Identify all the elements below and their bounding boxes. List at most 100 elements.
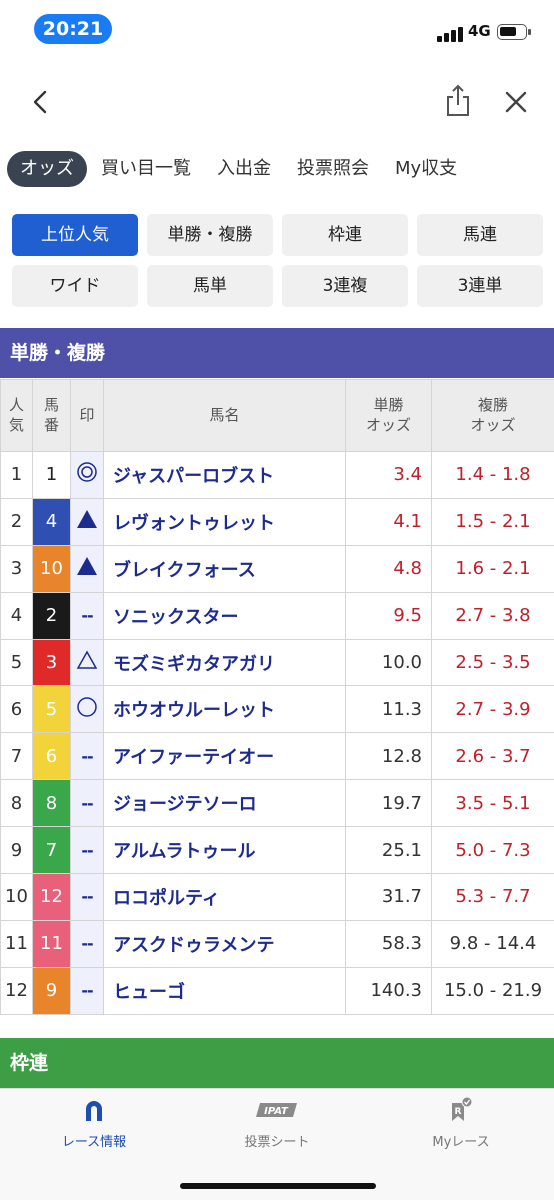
horse-name[interactable]: ジャスパーロブスト (103, 451, 346, 499)
prediction-mark (70, 544, 104, 593)
horse-number: 6 (32, 732, 71, 781)
horse-number: 8 (32, 779, 71, 828)
bet-type-trio-button[interactable]: 3連複 (282, 265, 408, 307)
status-time: 20:21 (34, 14, 112, 44)
table-row[interactable]: 4 2 -- ソニックスター 9.5 2.7 - 3.8 (0, 591, 554, 640)
table-row[interactable]: 5 3 モズミギカタアガリ 10.0 2.5 - 3.5 (0, 638, 554, 687)
odds-table: 人気 馬番 印 馬名 単勝 オッズ 複勝 オッズ 1 1 ジャスパーロブスト 3.4 1.4… (0, 379, 554, 1015)
win-odds: 11.3 (345, 685, 432, 734)
horse-name[interactable]: ブレイクフォース (103, 544, 346, 593)
win-odds: 58.3 (345, 919, 432, 968)
table-row[interactable]: 1 1 ジャスパーロブスト 3.4 1.4 - 1.8 (0, 451, 554, 499)
share-icon[interactable] (445, 84, 471, 118)
place-odds: 2.5 - 3.5 (431, 638, 554, 687)
popularity-rank: 8 (0, 779, 33, 828)
header-horse-name: 馬名 (103, 379, 346, 452)
bottom-tab-race-info-label: レース情報 (61, 1135, 127, 1150)
table-row[interactable]: 10 12 -- ロコポルティ 31.7 5.3 - 7.7 (0, 873, 554, 921)
tab-my-balance[interactable]: My収支 (383, 151, 469, 187)
popularity-rank: 9 (0, 826, 33, 875)
bet-type-exacta-button[interactable]: 馬単 (147, 265, 273, 307)
odds-table-body: 1 1 ジャスパーロブスト 3.4 1.4 - 1.8 2 4 レヴォントゥレット 4.1 1.5… (0, 451, 554, 1015)
table-header-row: 人気 馬番 印 馬名 単勝 オッズ 複勝 オッズ (0, 379, 554, 452)
horse-name[interactable]: ホウオウルーレット (103, 685, 346, 734)
prediction-mark (70, 685, 104, 734)
bottom-tab-vote-sheet-label: 投票シート (244, 1135, 310, 1150)
bottom-tab-race-info[interactable]: レース情報 (24, 1097, 164, 1150)
mark-none-icon: -- (81, 887, 93, 907)
bet-type-bracket-button[interactable]: 枠連 (282, 214, 408, 256)
status-bar: 20:21 4G (0, 0, 554, 60)
horse-name[interactable]: アイファーテイオー (103, 732, 346, 781)
tab-bet-list[interactable]: 買い目一覧 (89, 151, 203, 187)
horse-name[interactable]: アルムラトゥール (103, 826, 346, 875)
horse-name[interactable]: アスクドゥラメンテ (103, 919, 346, 968)
prediction-mark: -- (70, 966, 104, 1015)
popularity-rank: 6 (0, 685, 33, 734)
horse-number: 7 (32, 826, 71, 875)
close-icon[interactable] (504, 90, 528, 114)
section-header-bracket: 枠連 (0, 1038, 554, 1088)
tab-deposit[interactable]: 入出金 (205, 151, 283, 187)
prediction-mark: -- (70, 826, 104, 875)
table-row[interactable]: 9 7 -- アルムラトゥール 25.1 5.0 - 7.3 (0, 826, 554, 875)
horse-name[interactable]: ヒューゴ (103, 966, 346, 1015)
bet-type-grid: 上位人気 単勝・複勝 枠連 馬連 ワイド 馬単 3連複 3連単 (12, 214, 543, 307)
horse-name[interactable]: ソニックスター (103, 591, 346, 640)
mark-none-icon: -- (81, 981, 93, 1001)
bottom-tab-my-race[interactable]: R Myレース (391, 1096, 531, 1150)
prediction-mark: -- (70, 919, 104, 968)
horse-name[interactable]: ジョージテソーロ (103, 779, 346, 828)
bet-type-win-place-button[interactable]: 単勝・複勝 (147, 214, 273, 256)
win-odds: 31.7 (345, 873, 432, 921)
place-odds: 2.6 - 3.7 (431, 732, 554, 781)
popularity-rank: 1 (0, 451, 33, 499)
horseshoe-icon (86, 1101, 102, 1121)
mark-none-icon: -- (81, 934, 93, 954)
mark-none-icon: -- (81, 840, 93, 860)
popularity-rank: 4 (0, 591, 33, 640)
bet-type-wide-button[interactable]: ワイド (12, 265, 138, 307)
horse-name[interactable]: レヴォントゥレット (103, 497, 346, 546)
battery-icon (497, 24, 531, 40)
table-row[interactable]: 12 9 -- ヒューゴ 140.3 15.0 - 21.9 (0, 966, 554, 1015)
place-odds: 5.3 - 7.7 (431, 873, 554, 921)
mark-none-icon: -- (81, 793, 93, 813)
mark-filled-triangle-icon (77, 510, 97, 529)
prediction-mark: -- (70, 779, 104, 828)
ipat-icon: IPAT (256, 1103, 297, 1117)
mark-none-icon: -- (81, 606, 93, 626)
table-row[interactable]: 6 5 ホウオウルーレット 11.3 2.7 - 3.9 (0, 685, 554, 734)
back-chevron-icon[interactable] (30, 89, 52, 115)
prediction-mark (70, 451, 104, 499)
bet-type-quinella-button[interactable]: 馬連 (417, 214, 543, 256)
popularity-rank: 2 (0, 497, 33, 546)
header-mark: 印 (70, 379, 104, 452)
header-rank: 人気 (0, 379, 33, 452)
table-row[interactable]: 8 8 -- ジョージテソーロ 19.7 3.5 - 5.1 (0, 779, 554, 828)
bottom-tab-vote-sheet[interactable]: IPAT 投票シート (207, 1097, 347, 1150)
table-row[interactable]: 2 4 レヴォントゥレット 4.1 1.5 - 2.1 (0, 497, 554, 546)
win-odds: 9.5 (345, 591, 432, 640)
bet-type-popular-button[interactable]: 上位人気 (12, 214, 138, 256)
prediction-mark (70, 638, 104, 687)
bet-type-trifecta-button[interactable]: 3連単 (417, 265, 543, 307)
horse-name[interactable]: ロコポルティ (103, 873, 346, 921)
top-tabs: オッズ 買い目一覧 入出金 投票照会 My収支 (7, 150, 471, 188)
popularity-rank: 11 (0, 919, 33, 968)
place-odds: 15.0 - 21.9 (431, 966, 554, 1015)
place-odds: 2.7 - 3.8 (431, 591, 554, 640)
prediction-mark: -- (70, 591, 104, 640)
mark-open-triangle-icon (76, 650, 98, 669)
table-row[interactable]: 3 10 ブレイクフォース 4.8 1.6 - 2.1 (0, 544, 554, 593)
horse-number: 1 (32, 451, 71, 499)
header-number: 馬番 (32, 379, 71, 452)
table-row[interactable]: 7 6 -- アイファーテイオー 12.8 2.6 - 3.7 (0, 732, 554, 781)
nav-bar (0, 72, 554, 132)
horse-name[interactable]: モズミギカタアガリ (103, 638, 346, 687)
table-row[interactable]: 11 11 -- アスクドゥラメンテ 58.3 9.8 - 14.4 (0, 919, 554, 968)
place-odds: 9.8 - 14.4 (431, 919, 554, 968)
tab-vote-inquiry[interactable]: 投票照会 (285, 151, 381, 187)
tab-odds[interactable]: オッズ (7, 151, 87, 187)
popularity-rank: 7 (0, 732, 33, 781)
